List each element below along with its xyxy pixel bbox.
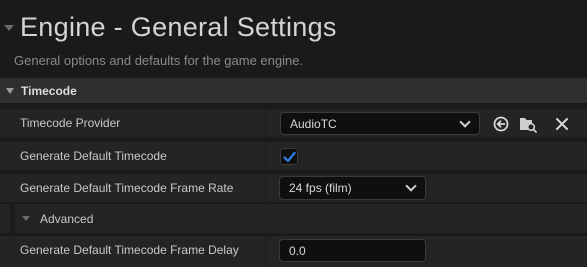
frame-delay-label: Generate Default Timecode Frame Delay — [20, 243, 239, 257]
timecode-provider-label: Timecode Provider — [20, 116, 121, 130]
browse-folder-icon[interactable] — [518, 114, 538, 134]
section-header-timecode[interactable]: Timecode — [0, 78, 587, 103]
frame-rate-value: 24 fps (film) — [289, 181, 352, 195]
chevron-down-icon — [459, 115, 471, 128]
section-title: Timecode — [21, 83, 77, 98]
reset-arrow-icon[interactable] — [491, 114, 511, 134]
collapse-caret-icon[interactable] — [4, 25, 14, 31]
frame-rate-dropdown[interactable]: 24 fps (film) — [279, 176, 426, 200]
column-divider[interactable] — [265, 174, 266, 203]
generate-default-timecode-label: Generate Default Timecode — [20, 149, 167, 163]
title-row[interactable]: Engine - General Settings — [4, 10, 337, 44]
chevron-down-icon — [405, 180, 417, 192]
column-divider[interactable] — [265, 109, 266, 138]
row-timecode-provider: Timecode Provider AudioTC — [0, 108, 587, 138]
settings-header: Engine - General Settings General option… — [0, 0, 587, 76]
advanced-label: Advanced — [40, 211, 94, 226]
clear-x-icon[interactable] — [552, 114, 572, 134]
page-title: Engine - General Settings — [20, 11, 337, 42]
row-generate-default-timecode: Generate Default Timecode — [0, 141, 587, 171]
timecode-provider-value: AudioTC — [290, 116, 337, 131]
frame-rate-label: Generate Default Timecode Frame Rate — [20, 181, 234, 195]
column-divider[interactable] — [265, 142, 266, 171]
column-divider[interactable] — [265, 236, 266, 265]
row-frame-delay: Generate Default Timecode Frame Delay 0.… — [0, 235, 587, 267]
row-frame-rate: Generate Default Timecode Frame Rate 24 … — [0, 173, 587, 203]
checkmark-icon — [283, 151, 296, 163]
frame-delay-input[interactable]: 0.0 — [279, 239, 426, 262]
indent-stripe — [10, 204, 15, 234]
section-caret-icon[interactable] — [6, 87, 14, 94]
row-advanced[interactable]: Advanced — [0, 203, 587, 234]
timecode-provider-dropdown[interactable]: AudioTC — [280, 112, 480, 135]
generate-default-timecode-checkbox[interactable] — [280, 148, 298, 165]
advanced-caret-icon[interactable] — [22, 216, 30, 221]
page-subtitle: General options and defaults for the gam… — [14, 53, 304, 68]
